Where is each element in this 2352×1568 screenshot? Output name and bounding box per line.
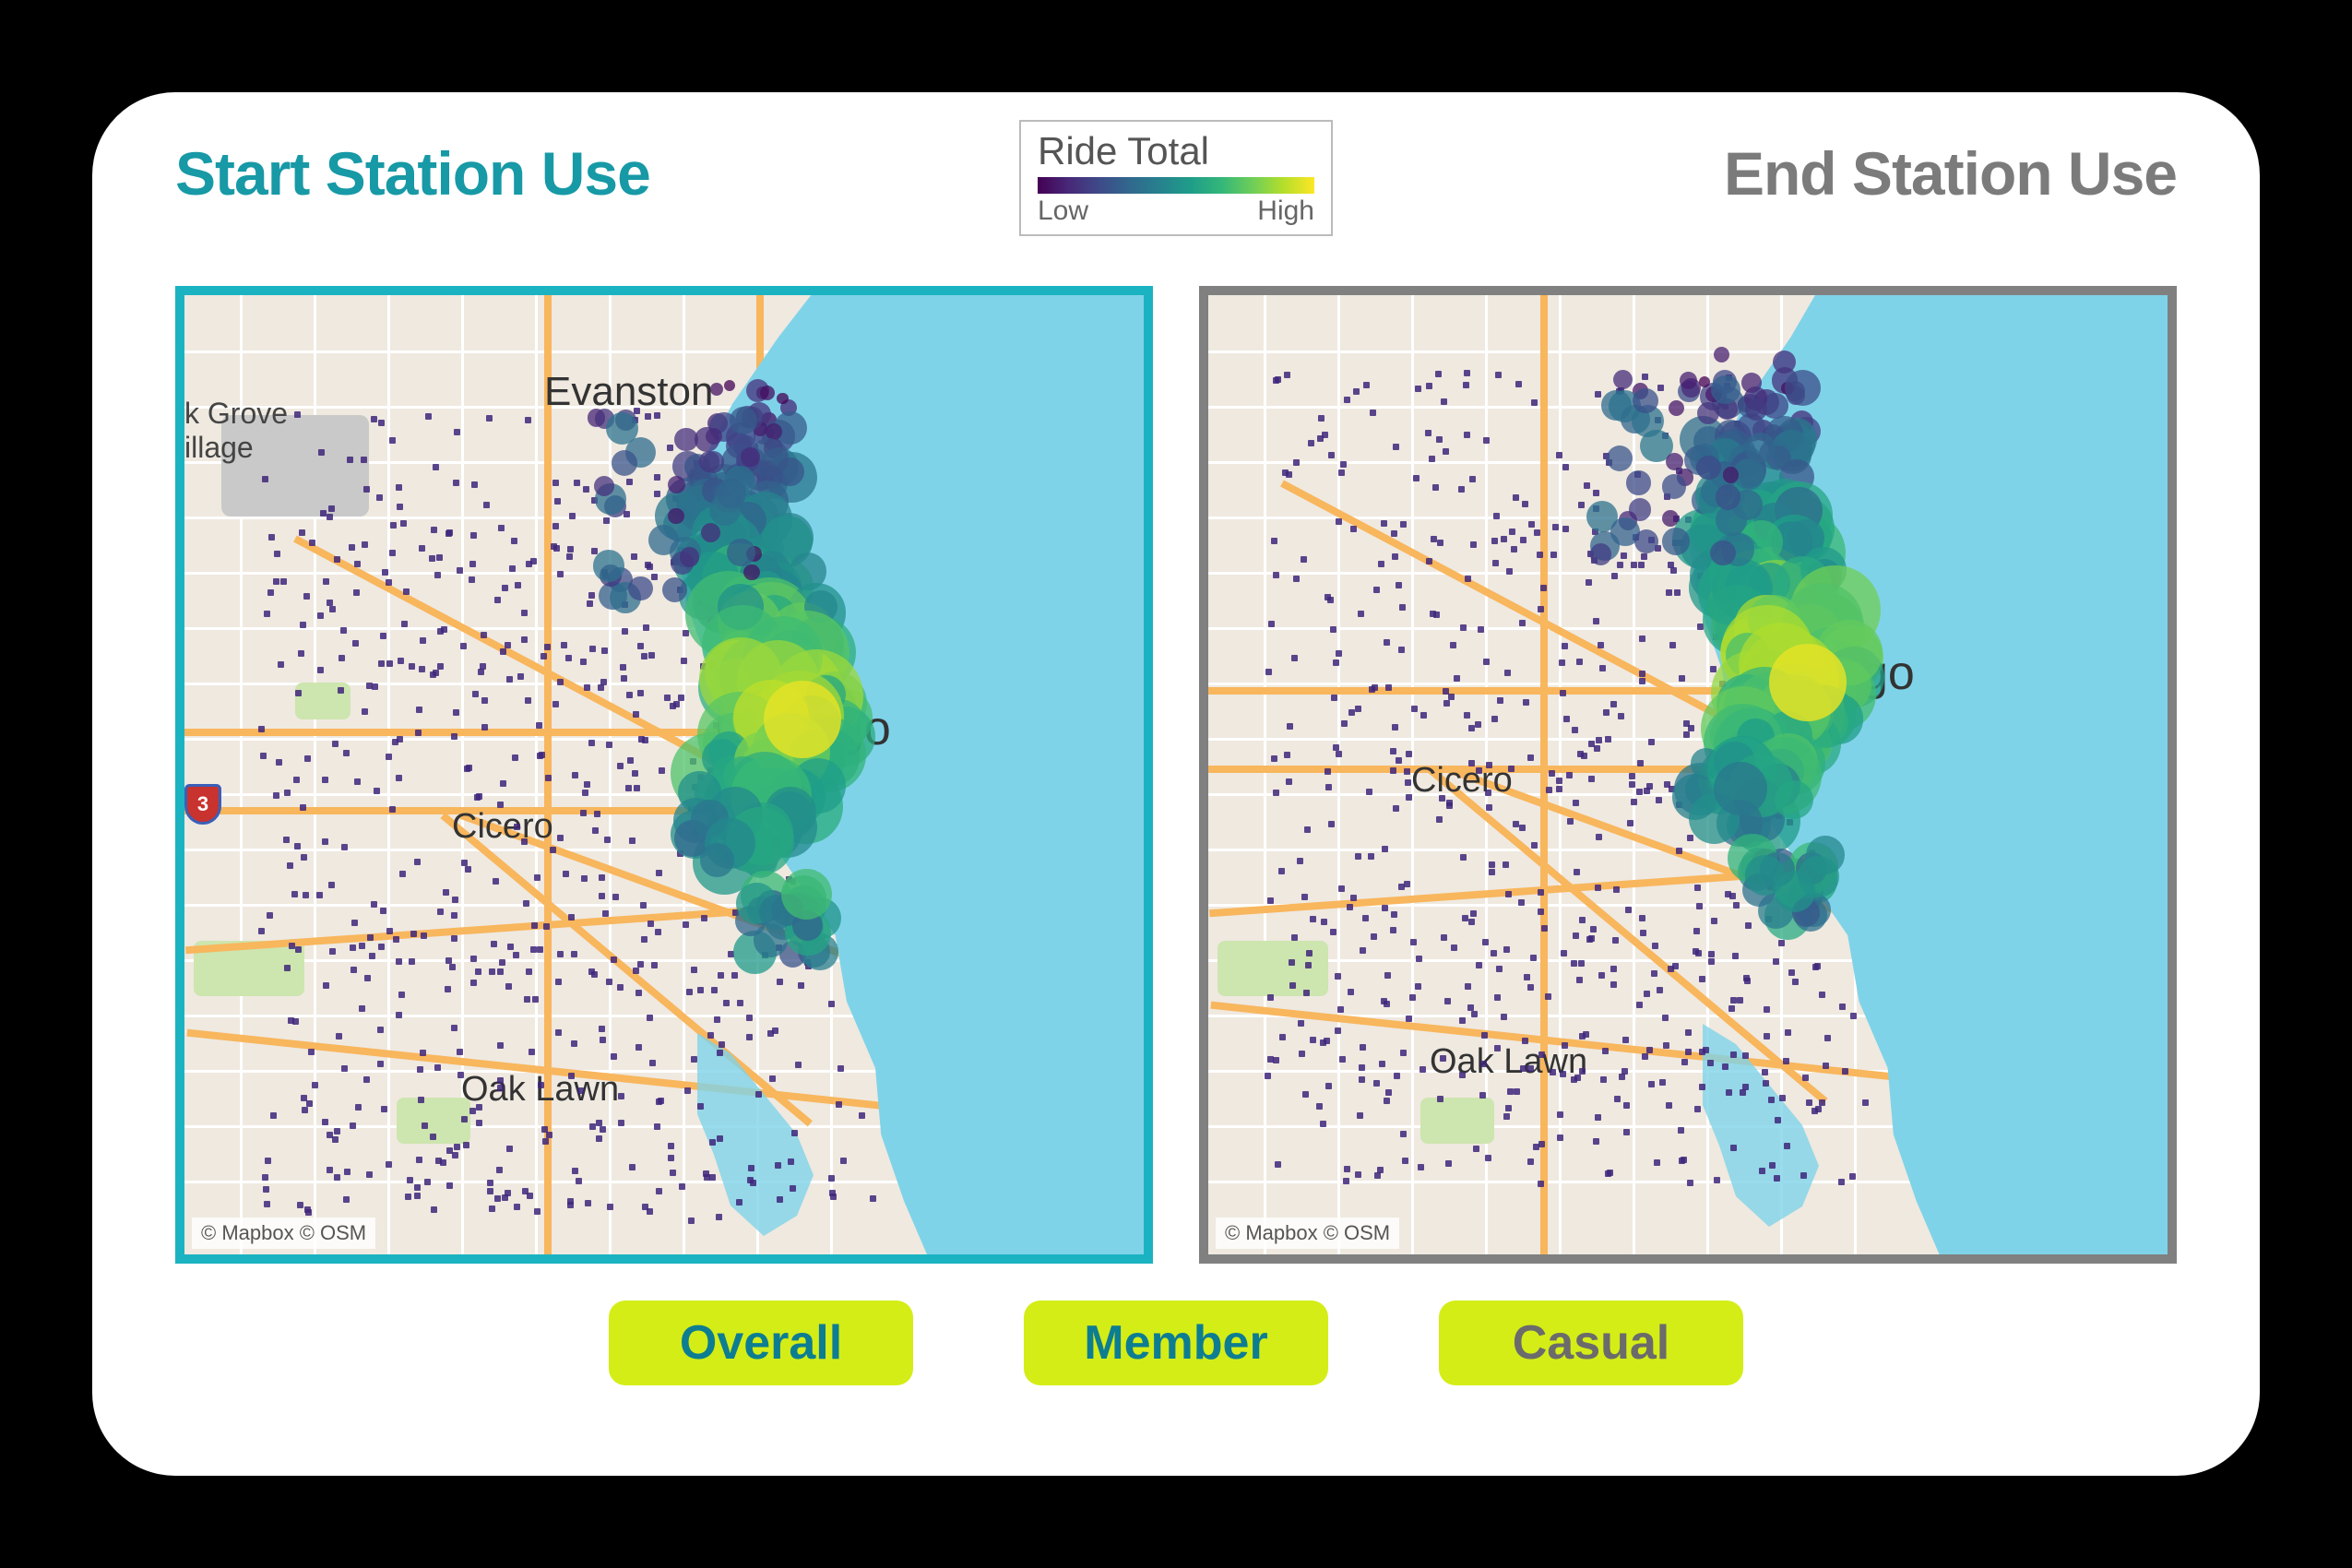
filter-casual-button[interactable]: Casual [1439, 1301, 1743, 1385]
maps-row: 3 Evanston Chicago Cicero Oak Lawn k Gro… [175, 286, 2177, 1264]
title-start-station: Start Station Use [175, 138, 650, 208]
legend-box: Ride Total Low High [1019, 120, 1333, 236]
map-start-station[interactable]: 3 Evanston Chicago Cicero Oak Lawn k Gro… [175, 286, 1153, 1264]
filter-member-button[interactable]: Member [1024, 1301, 1328, 1385]
header-row: Start Station Use Ride Total Low High En… [175, 138, 2177, 267]
filter-buttons-row: Overall Member Casual [175, 1301, 2177, 1385]
data-bubbles-start [184, 295, 1144, 1254]
legend-title: Ride Total [1038, 129, 1314, 173]
legend-gradient-bar [1038, 177, 1314, 194]
map-attribution: © Mapbox © OSM [1216, 1218, 1399, 1249]
legend-high-label: High [1257, 196, 1314, 227]
legend-labels: Low High [1038, 196, 1314, 227]
map-end-station[interactable]: Chicago Cicero Oak Lawn © Mapbox © OSM [1199, 286, 2177, 1264]
legend-low-label: Low [1038, 196, 1088, 227]
dashboard-card: Start Station Use Ride Total Low High En… [92, 92, 2260, 1476]
map-canvas-left[interactable]: 3 Evanston Chicago Cicero Oak Lawn k Gro… [184, 295, 1144, 1254]
filter-overall-button[interactable]: Overall [609, 1301, 913, 1385]
map-attribution: © Mapbox © OSM [192, 1218, 375, 1249]
title-end-station: End Station Use [1724, 138, 2177, 208]
data-bubbles-end [1208, 295, 2168, 1254]
map-canvas-right[interactable]: Chicago Cicero Oak Lawn © Mapbox © OSM [1208, 295, 2168, 1254]
